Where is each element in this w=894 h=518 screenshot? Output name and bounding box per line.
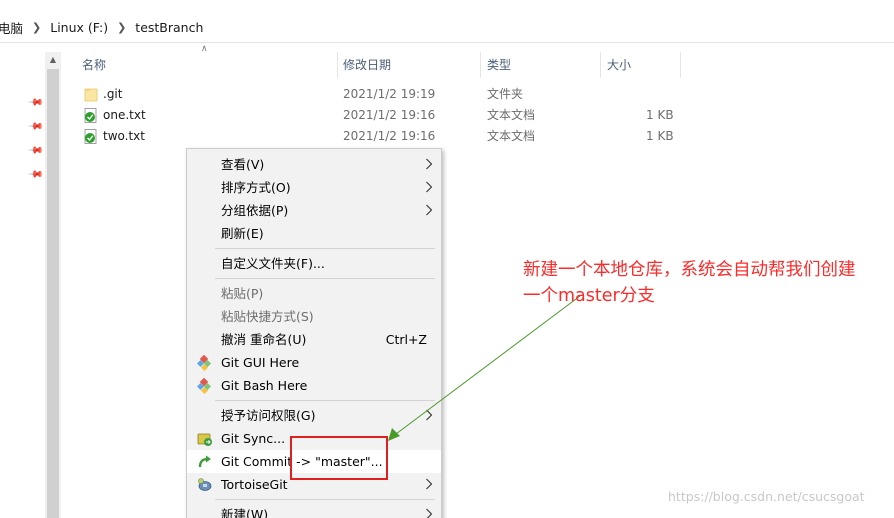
file-size: 1 KB — [646, 108, 674, 122]
file-type: 文本文档 — [487, 129, 536, 143]
file-type: 文本文档 — [487, 108, 536, 122]
column-divider[interactable] — [600, 52, 601, 78]
menu-item-label: 分组依据(P) — [221, 203, 289, 218]
folder-icon — [84, 88, 98, 102]
chevron-right-icon — [426, 478, 433, 490]
menu-item-label: 查看(V) — [221, 157, 265, 172]
menu-separator — [215, 278, 435, 279]
breadcrumb-item-pc[interactable]: 电脑 — [0, 18, 23, 37]
annotation-text-line-2: 一个master分支 — [523, 286, 655, 306]
chevron-right-icon — [426, 181, 433, 193]
chevron-right-icon: ❯ — [117, 20, 127, 34]
pin-icon[interactable]: 📌 — [27, 119, 44, 136]
menu-item-grant-access[interactable]: 授予访问权限(G) — [187, 404, 441, 427]
file-name[interactable]: one.txt — [103, 105, 146, 126]
git-file-icon — [84, 108, 97, 123]
menu-item-label: Git Sync... — [221, 431, 286, 446]
menu-item-label: 刷新(E) — [221, 226, 264, 241]
address-bar[interactable]: 电脑 ❯ Linux (F:) ❯ testBranch — [0, 12, 894, 43]
column-header-type[interactable]: 类型 — [487, 52, 511, 78]
menu-item-label: Git Bash Here — [221, 378, 308, 393]
menu-separator — [215, 248, 435, 249]
scroll-thumb[interactable] — [47, 69, 59, 518]
menu-item-sort[interactable]: 排序方式(O) — [187, 176, 441, 199]
navigation-pane: 📌 📌 📌 📌 — [0, 43, 45, 518]
menu-item-paste[interactable]: 粘贴(P) — [187, 282, 441, 305]
column-divider[interactable] — [680, 52, 681, 78]
file-size: 1 KB — [646, 129, 674, 143]
file-name[interactable]: two.txt — [103, 126, 145, 147]
git-sync-icon — [197, 433, 212, 446]
git-commit-icon — [198, 455, 211, 468]
menu-item-undo-rename[interactable]: 撤消 重命名(U) Ctrl+Z — [187, 328, 441, 351]
menu-item-git-gui[interactable]: Git GUI Here — [187, 351, 441, 374]
menu-item-view[interactable]: 查看(V) — [187, 153, 441, 176]
file-type: 文件夹 — [487, 87, 524, 101]
tortoisegit-icon — [198, 478, 212, 491]
menu-item-label: Git GUI Here — [221, 355, 300, 370]
pin-icon[interactable]: 📌 — [27, 167, 44, 184]
pin-icon[interactable]: 📌 — [27, 143, 44, 160]
menu-item-label: 授予访问权限(G) — [221, 408, 316, 423]
menu-item-paste-shortcut[interactable]: 粘贴快捷方式(S) — [187, 305, 441, 328]
git-file-icon — [84, 129, 97, 144]
chevron-right-icon — [426, 508, 433, 518]
menu-item-label: TortoiseGit — [221, 477, 288, 492]
menu-item-customize-folder[interactable]: 自定义文件夹(F)... — [187, 252, 441, 275]
menu-item-refresh[interactable]: 刷新(E) — [187, 222, 441, 245]
column-divider[interactable] — [337, 52, 338, 78]
highlight-box — [290, 436, 388, 480]
file-modified: 2021/1/2 19:16 — [343, 129, 436, 143]
menu-item-group[interactable]: 分组依据(P) — [187, 199, 441, 222]
annotation-text-line-1: 新建一个本地仓库，系统会自动帮我们创建 — [523, 260, 856, 280]
chevron-right-icon — [426, 158, 433, 170]
menu-item-git-bash[interactable]: Git Bash Here — [187, 374, 441, 397]
menu-item-label: 新建(W) — [221, 507, 269, 518]
chevron-right-icon — [426, 409, 433, 421]
chevron-right-icon: ❯ — [32, 20, 42, 34]
file-row[interactable]: one.txt 2021/1/2 19:16 文本文档 1 KB — [80, 105, 680, 126]
chevron-right-icon — [426, 204, 433, 216]
file-row[interactable]: .git 2021/1/2 19:19 文件夹 — [80, 84, 680, 105]
scroll-up-arrow-icon[interactable]: ▲ — [45, 52, 61, 68]
menu-item-new[interactable]: 新建(W) — [187, 503, 441, 518]
file-name[interactable]: .git — [103, 84, 122, 105]
git-gui-icon — [197, 355, 212, 371]
watermark: https://blog.csdn.net/csucsgoat — [668, 489, 865, 504]
column-divider[interactable] — [480, 52, 481, 78]
file-row[interactable]: two.txt 2021/1/2 19:16 文本文档 1 KB — [80, 126, 680, 147]
menu-separator — [215, 499, 435, 500]
nav-scrollbar[interactable]: ▲ — [45, 52, 61, 518]
column-header-size[interactable]: 大小 — [607, 52, 631, 78]
menu-item-shortcut: Ctrl+Z — [385, 332, 427, 347]
menu-item-label: 排序方式(O) — [221, 180, 291, 195]
menu-item-label: 粘贴快捷方式(S) — [221, 309, 314, 324]
menu-item-label: 自定义文件夹(F)... — [221, 256, 325, 271]
menu-item-label: 撤消 重命名(U) — [221, 332, 307, 347]
pin-icon[interactable]: 📌 — [27, 95, 44, 112]
menu-separator — [215, 400, 435, 401]
column-header-modified[interactable]: 修改日期 — [343, 52, 391, 78]
menu-item-label: 粘贴(P) — [221, 286, 264, 301]
file-modified: 2021/1/2 19:16 — [343, 108, 436, 122]
sort-ascending-icon: ∧ — [201, 44, 208, 54]
file-modified: 2021/1/2 19:19 — [343, 87, 436, 101]
breadcrumb-item-folder[interactable]: testBranch — [135, 20, 203, 35]
breadcrumb-item-drive[interactable]: Linux (F:) — [50, 20, 108, 35]
git-bash-icon — [197, 378, 212, 394]
column-header-name[interactable]: 名称 — [82, 52, 106, 78]
